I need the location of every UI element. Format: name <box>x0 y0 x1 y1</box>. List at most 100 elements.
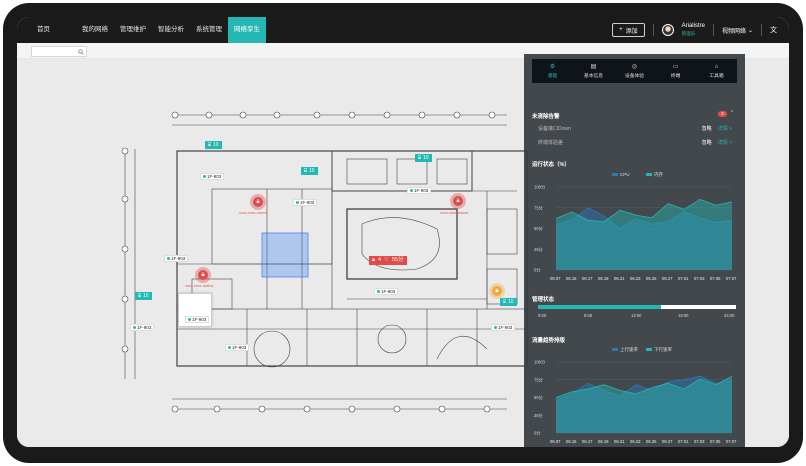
tab-label: 基本信息 <box>583 74 604 79</box>
tick: 12:00 <box>631 313 642 318</box>
device-label[interactable]: 1F-903 <box>130 324 155 331</box>
x-tick: 06.25 <box>646 439 657 444</box>
nav-item-system[interactable]: 系统管理 <box>190 17 228 43</box>
search-icon[interactable] <box>76 47 86 56</box>
device-label[interactable]: 1F-903 <box>407 187 432 194</box>
alarm-marker[interactable]: 🔒︎ <box>195 267 211 283</box>
device-tag[interactable]: ⌸ 10 <box>500 298 517 306</box>
user-block[interactable]: Arialistre 管理员 <box>682 23 705 37</box>
switch-icon: ⌸ <box>304 168 308 174</box>
tab-terminal[interactable]: ▭ 终端 <box>655 59 696 83</box>
device-label[interactable]: 1F-903 <box>200 173 225 180</box>
x-tick: 07.05 <box>710 276 721 281</box>
x-tick: 06.21 <box>614 439 625 444</box>
legend-swatch <box>646 348 652 351</box>
tick: 0:00 <box>538 313 547 318</box>
top-nav: 首页 我的网络 管理维护 智能分析 系统管理 网络孪生 + 添加 Arialis… <box>17 17 789 43</box>
lock-icon: 🔒︎ <box>253 197 263 207</box>
lock-icon: 🔒︎ <box>492 286 502 296</box>
device-count: 10 <box>508 299 514 305</box>
search-input[interactable] <box>32 47 76 56</box>
translate-icon[interactable]: 文 <box>770 25 777 35</box>
tablet-frame: 首页 我的网络 管理维护 智能分析 系统管理 网络孪生 + 添加 Arialis… <box>3 3 803 463</box>
device-tag[interactable]: ⌸ 10 <box>415 154 432 162</box>
nav-item-my-network[interactable]: 我的网络 <box>76 17 114 43</box>
device-label[interactable]: 1F-903 <box>374 288 399 295</box>
x-tick: 06.15 <box>566 276 577 281</box>
add-button[interactable]: + 添加 <box>612 23 645 37</box>
device-label[interactable]: 1F-903 <box>185 316 210 323</box>
panel-tabs: ⚙ 基础 ▤ 基本信息 ◎ 设备体验 ▭ 终端 ⌂ 工具箱 <box>532 59 737 83</box>
device-label-text: 1F-903 <box>381 289 396 294</box>
mgmt-timeline <box>538 305 736 309</box>
x-tick: 06.07 <box>550 439 561 444</box>
nav-item-maintenance[interactable]: 管理维护 <box>114 17 152 43</box>
traffic-chart: 上行速率 下行速率 100分 75分 50分 25分 0分 06.07 06.15 06.17 06… <box>534 346 737 444</box>
warning-marker[interactable]: 🔒︎ <box>489 283 505 299</box>
legend-label: CPU <box>620 172 630 177</box>
x-tick: 06.15 <box>566 439 577 444</box>
legend-swatch <box>646 173 652 176</box>
issue-label: 设备接口Down <box>538 126 571 132</box>
alarm-note: xxxx-xxxx-norms <box>440 211 469 215</box>
alarm-note: xxxx-xxxx-norms <box>239 211 268 215</box>
heart-icon: ♡ <box>384 257 389 263</box>
tab-toolbox[interactable]: ⌂ 工具箱 <box>696 59 737 83</box>
alarm-marker[interactable]: 🔒︎ <box>450 193 466 209</box>
chevron-up-icon[interactable]: ^ <box>731 110 733 116</box>
user-role: 管理员 <box>681 31 696 36</box>
x-tick: 06.25 <box>646 276 657 281</box>
issues-title: 未清除告警 <box>532 114 560 120</box>
series-area <box>556 199 732 270</box>
nav-right: + 添加 Arialistre 管理员 视频网络 ⌄ 文 <box>612 23 777 37</box>
x-tick: 07.03 <box>694 439 705 444</box>
device-label-text: 1F-903 <box>414 188 429 193</box>
device-count: 10 <box>143 293 149 299</box>
nav-item-analysis[interactable]: 智能分析 <box>152 17 190 43</box>
device-icon: ◎ <box>631 64 638 70</box>
nav-item-network-twin[interactable]: 网络孪生 <box>228 17 266 43</box>
view-switch-label: 视频网络 <box>721 28 746 35</box>
device-label-text: 1F-903 <box>171 256 186 261</box>
y-tick: 100分 <box>534 359 546 366</box>
legend-label: 内存 <box>654 171 663 178</box>
y-tick: 25分 <box>534 246 544 253</box>
device-label[interactable]: 1F-903 <box>225 344 250 351</box>
device-tag[interactable]: ⌸ 10 <box>301 167 318 175</box>
detail-panel: ⚙ 基础 ▤ 基本信息 ◎ 设备体验 ▭ 终端 ⌂ 工具箱 未清除告警 2 ^ 设备接口D… <box>524 54 745 447</box>
alarm-note: xxxx-xxxx-norms <box>185 284 214 288</box>
doc-icon: ▤ <box>590 64 597 70</box>
nav-item-home[interactable]: 首页 <box>31 17 56 43</box>
device-label[interactable]: 1F-903 <box>164 255 189 262</box>
tab-info[interactable]: ▤ 基本信息 <box>573 59 614 83</box>
device-tag[interactable]: ⌸ 10 <box>205 141 222 149</box>
divider <box>712 24 714 36</box>
issues-count-badge: 2 <box>718 111 727 117</box>
issue-ignore[interactable]: 忽略 <box>702 125 712 132</box>
avatar[interactable] <box>661 24 674 36</box>
alarm-marker[interactable]: 🔒︎ <box>250 194 266 210</box>
issue-detail-link[interactable]: 详情 > <box>718 125 732 132</box>
tab-label: 终端 <box>670 74 681 79</box>
terminal-icon: ▭ <box>672 64 679 70</box>
issue-detail-link[interactable]: 详情 > <box>718 139 732 146</box>
device-label-text: 1F-903 <box>232 345 247 350</box>
add-button-label: 添加 <box>625 28 638 35</box>
tab-device-experience[interactable]: ◎ 设备体验 <box>614 59 655 83</box>
tab-basic[interactable]: ⚙ 基础 <box>532 59 573 83</box>
chevron-down-icon: ⌄ <box>747 27 753 34</box>
alarm-counter[interactable]: 🔒︎ 4 ♡ 55分 <box>369 256 407 265</box>
device-label[interactable]: 1F-903 <box>293 199 318 206</box>
device-label[interactable]: 1F-903 <box>491 324 516 331</box>
issue-ignore[interactable]: 忽略 <box>702 139 712 146</box>
y-tick: 100分 <box>534 184 546 191</box>
device-tag[interactable]: ⌸ 10 <box>135 292 152 300</box>
y-tick: 50分 <box>534 225 544 232</box>
device-label-text: 1F-903 <box>137 325 152 330</box>
device-count: 10 <box>213 142 219 148</box>
tab-label: 基础 <box>547 74 558 79</box>
run-status-title: 运行状态（%） <box>532 162 570 168</box>
highlighted-room[interactable] <box>261 232 309 278</box>
run-status-chart: CPU 内存 100分 75分 50分 25分 0分 06.07 06.15 06.17 06.19… <box>534 171 737 281</box>
view-switch[interactable]: 视频网络 ⌄ <box>722 26 753 35</box>
